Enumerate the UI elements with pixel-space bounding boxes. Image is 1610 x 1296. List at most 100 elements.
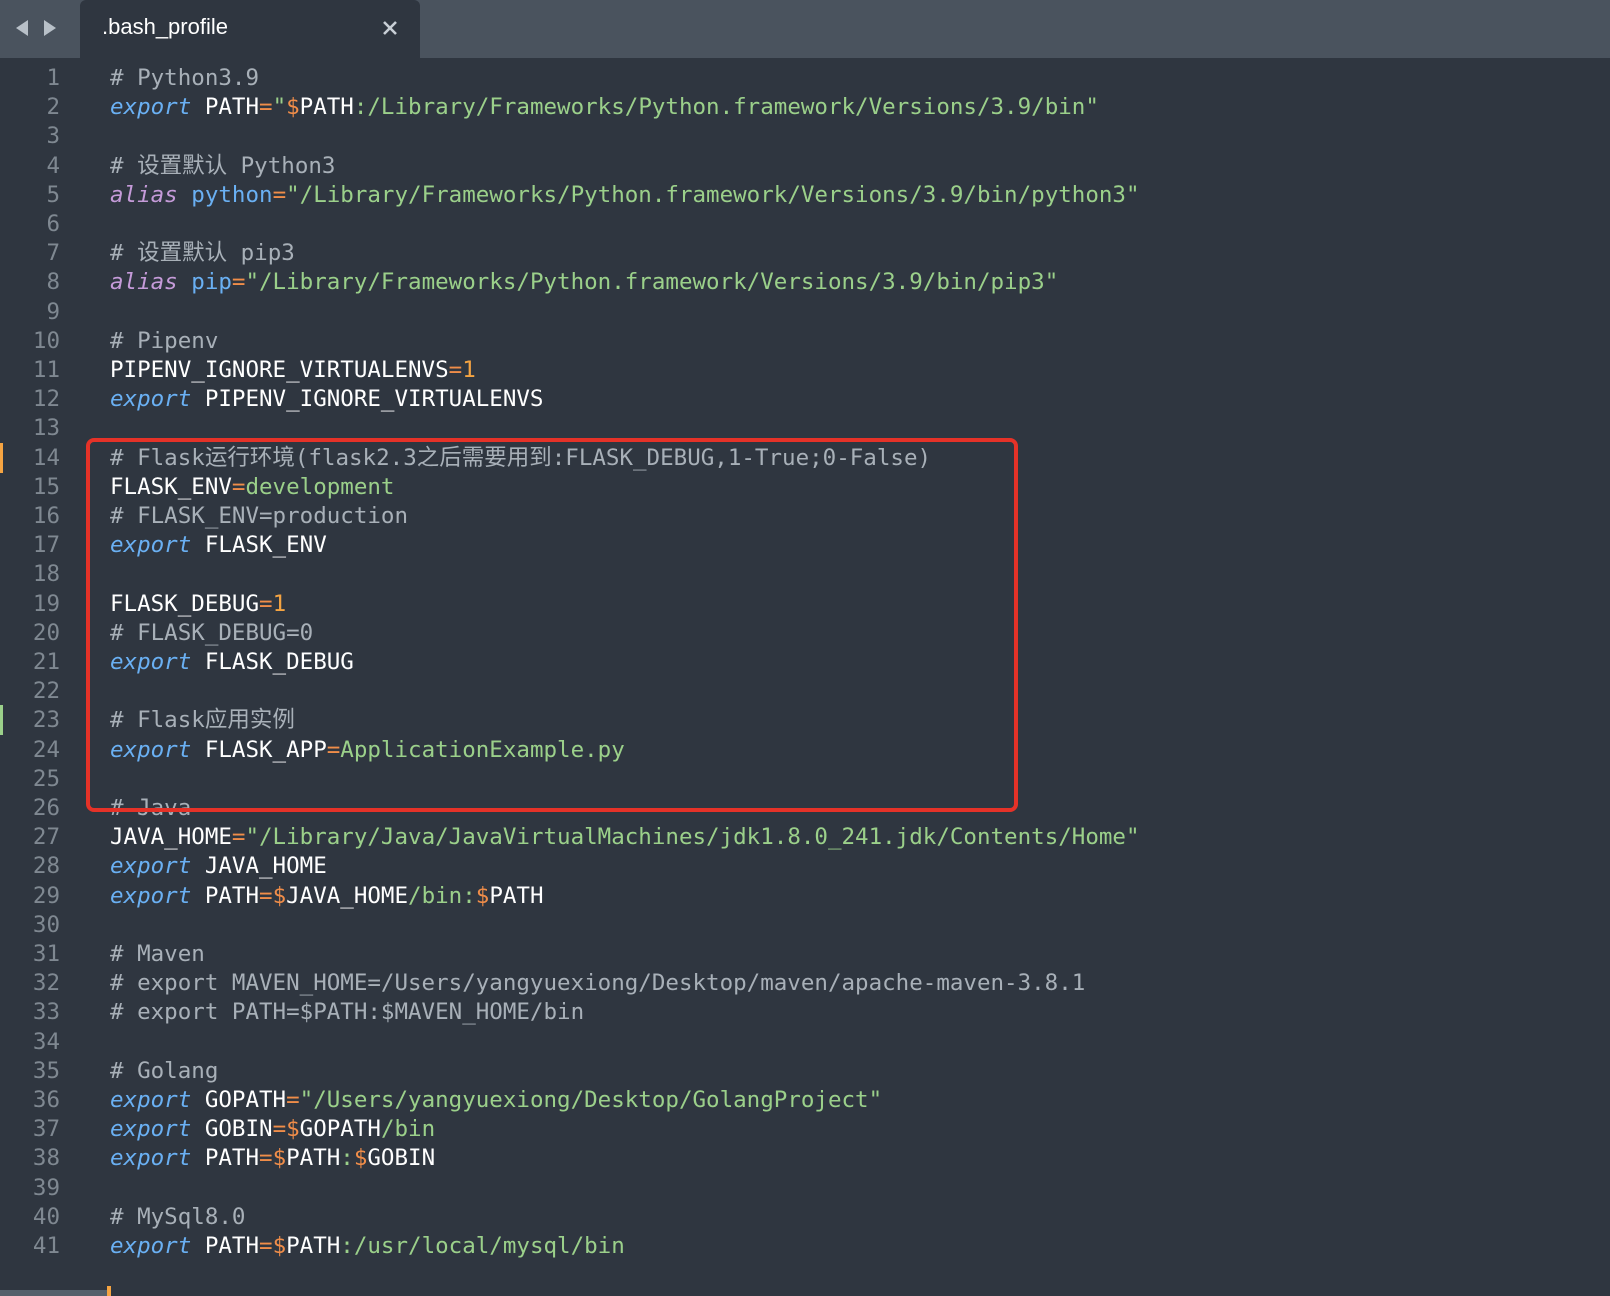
code-line[interactable]: 35 # Golang <box>0 1056 1610 1086</box>
code-token: alias <box>110 181 178 208</box>
line-number: 37 <box>32 1116 60 1143</box>
code-content: export PIPENV_IGNORE_VIRTUALENVS <box>110 384 543 414</box>
code-token: = <box>231 824 246 851</box>
code-line[interactable]: 3 <box>0 121 1610 151</box>
line-number: 8 <box>46 269 60 296</box>
code-content: # export PATH=$PATH:$MAVEN_HOME/bin <box>110 997 584 1027</box>
code-token: = <box>259 94 273 121</box>
code-token: $ <box>272 1145 287 1172</box>
code-token: "/Library/Java/JavaVirtualMachines/jdk1.… <box>245 824 1140 851</box>
code-token: "/Library/Frameworks/Python.framework/Ve… <box>286 181 1140 208</box>
gutter-change-marker <box>0 705 3 736</box>
code-token: "/Users/yangyuexiong/Desktop/GolangProje… <box>299 1087 883 1113</box>
code-content: PIPENV_IGNORE_VIRTUALENVS=1 <box>110 355 476 385</box>
code-line[interactable]: 10 # Pipenv <box>0 326 1610 356</box>
code-line[interactable]: 33 # export PATH=$PATH:$MAVEN_HOME/bin <box>0 997 1610 1027</box>
code-token: = <box>272 1116 287 1143</box>
code-line[interactable]: 36 export GOPATH="/Users/yangyuexiong/Des… <box>0 1085 1610 1115</box>
code-content: # Maven <box>110 939 205 969</box>
code-line[interactable]: 6 <box>0 209 1610 239</box>
code-line[interactable]: 8 alias pip="/Library/Frameworks/Python.f… <box>0 267 1610 297</box>
line-number: 40 <box>32 1203 60 1230</box>
code-line[interactable]: 38 export PATH=$PATH:$GOBIN <box>0 1143 1610 1173</box>
code-token: JAVA_HOME <box>191 853 327 880</box>
code-token: /bin <box>380 1116 436 1143</box>
code-token: = <box>259 1233 273 1259</box>
code-token: GOBIN <box>367 1145 436 1172</box>
line-number: 19 <box>32 590 60 617</box>
code-token: # 设置默认 pip3 <box>110 240 295 267</box>
line-number: 34 <box>32 1028 60 1055</box>
code-line[interactable]: 2 export PATH="$PATH:/Library/Frameworks/… <box>0 92 1610 122</box>
line-number: 12 <box>32 386 60 413</box>
code-line[interactable]: 1 # Python3.9 <box>0 63 1610 93</box>
code-token: # export PATH=$PATH:$MAVEN_HOME/bin <box>110 999 585 1026</box>
code-token: export <box>110 94 192 121</box>
code-token: pip <box>191 269 232 296</box>
code-line[interactable]: 34 <box>0 1027 1610 1057</box>
highlight-annotation-box <box>86 438 1018 812</box>
code-token: export <box>110 853 192 880</box>
code-content: alias python="/Library/Frameworks/Python… <box>110 180 1140 210</box>
code-line[interactable]: 4 # 设置默认 Python3 <box>0 151 1610 181</box>
code-content: # 设置默认 pip3 <box>110 238 295 268</box>
code-line[interactable]: 11 PIPENV_IGNORE_VIRTUALENVS=1 <box>0 355 1610 385</box>
code-content: # Pipenv <box>110 326 218 356</box>
line-number: 20 <box>32 619 60 646</box>
text-caret <box>107 1286 111 1296</box>
line-number: 38 <box>32 1145 60 1172</box>
line-number: 24 <box>32 736 60 763</box>
code-content: # Python3.9 <box>110 63 259 93</box>
tab-bash-profile[interactable]: .bash_profile <box>80 0 420 58</box>
code-content: JAVA_HOME="/Library/Java/JavaVirtualMach… <box>110 822 1140 852</box>
code-token: PIPENV_IGNORE_VIRTUALENVS <box>110 357 449 383</box>
forward-arrow-icon[interactable] <box>42 18 58 38</box>
line-number: 1 <box>46 65 60 91</box>
code-line[interactable]: 29 export PATH=$JAVA_HOME/bin:$PATH <box>0 881 1610 911</box>
code-token: $ <box>286 94 300 121</box>
code-line[interactable]: 7 # 设置默认 pip3 <box>0 238 1610 268</box>
code-content: export PATH=$PATH:/usr/local/mysql/bin <box>110 1231 625 1261</box>
code-token: python <box>191 181 273 208</box>
line-number: 26 <box>32 795 60 821</box>
code-content: export PATH=$PATH:$GOBIN <box>110 1143 435 1173</box>
code-line[interactable]: 27 JAVA_HOME="/Library/Java/JavaVirtualMa… <box>0 822 1610 852</box>
line-number: 33 <box>32 999 60 1026</box>
code-token: = <box>448 357 463 383</box>
horizontal-scrollbar[interactable] <box>0 1290 110 1296</box>
code-line[interactable]: 28 export JAVA_HOME <box>0 851 1610 881</box>
code-token: $ <box>272 882 287 909</box>
code-token: 1 <box>462 357 476 383</box>
line-number: 41 <box>32 1233 60 1259</box>
code-line[interactable]: 9 <box>0 297 1610 327</box>
code-content: # 设置默认 Python3 <box>110 151 335 181</box>
line-number: 7 <box>46 240 60 267</box>
code-content: alias pip="/Library/Frameworks/Python.fr… <box>110 267 1058 297</box>
code-line[interactable]: 37 export GOBIN=$GOPATH/bin <box>0 1114 1610 1144</box>
code-token: export <box>110 1087 192 1113</box>
code-token: $ <box>353 1145 368 1172</box>
line-number: 18 <box>32 561 60 588</box>
code-token: # Golang <box>110 1057 219 1084</box>
code-token: JAVA_HOME <box>286 882 409 909</box>
line-number: 28 <box>32 853 60 880</box>
code-line[interactable]: 31 # Maven <box>0 939 1610 969</box>
code-token: GOPATH <box>299 1116 381 1143</box>
code-token: = <box>272 181 287 208</box>
code-line[interactable]: 5 alias python="/Library/Frameworks/Pytho… <box>0 180 1610 210</box>
line-number: 9 <box>46 298 60 325</box>
code-line[interactable]: 40 # MySql8.0 <box>0 1202 1610 1232</box>
line-number: 32 <box>32 970 60 997</box>
line-number: 3 <box>46 123 60 150</box>
code-token: # export MAVEN_HOME=/Users/yangyuexiong/… <box>110 970 1086 997</box>
code-line[interactable]: 30 <box>0 910 1610 940</box>
code-line[interactable]: 32 # export MAVEN_HOME=/Users/yangyuexion… <box>0 968 1610 998</box>
code-line[interactable]: 39 <box>0 1173 1610 1203</box>
code-line[interactable]: 41 export PATH=$PATH:/usr/local/mysql/bin <box>0 1231 1610 1261</box>
code-token: # Python3.9 <box>110 65 260 91</box>
close-icon[interactable] <box>380 18 400 38</box>
code-line[interactable]: 12 export PIPENV_IGNORE_VIRTUALENVS <box>0 384 1610 414</box>
back-arrow-icon[interactable] <box>14 18 30 38</box>
code-token: PATH <box>299 94 354 121</box>
